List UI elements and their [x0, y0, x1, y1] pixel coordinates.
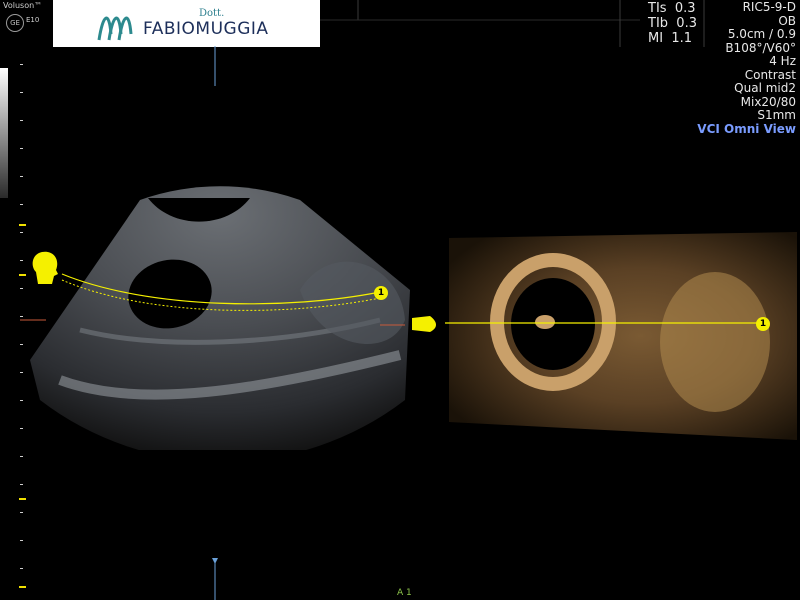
head-orientation-icon[interactable] [28, 250, 62, 286]
param-slice: S1mm [757, 108, 796, 122]
logo-title: Dott. [199, 8, 225, 19]
scan-parameters: RIC5-9-D OB 5.0cm / 0.9 B108°/V60° 4 Hz … [697, 0, 796, 136]
param-contrast: Contrast [744, 67, 796, 82]
brand-block: Voluson™ GE E10 [0, 0, 52, 46]
param-probe: RIC5-9-D [742, 0, 796, 14]
logo-first-name: FABIO [143, 19, 196, 39]
marker-left-label[interactable]: 1 [374, 286, 388, 300]
index-mi: MI 1.1 [648, 31, 693, 46]
logo-name: FABIOMUGGIA [143, 19, 269, 39]
param-mix: Mix20/80 [740, 94, 796, 109]
marker-right-label[interactable]: 1 [756, 317, 770, 331]
logo-last-name: MUGGIA [195, 19, 269, 39]
active-view-indicator[interactable]: A 1 [397, 588, 412, 598]
logo-swoosh-icon [97, 16, 133, 41]
index-tib: TIb 0.3 [648, 16, 697, 31]
param-angle: B108°/V60° [725, 40, 796, 55]
3d-render-image[interactable] [445, 232, 797, 448]
b-mode-image[interactable] [0, 140, 420, 450]
mode-label: VCI Omni View [697, 121, 796, 136]
doctor-logo: Dott. FABIOMUGGIA [53, 0, 320, 47]
param-quality: Qual mid2 [734, 81, 796, 95]
model-label: E10 [26, 16, 40, 24]
param-rate: 4 Hz [769, 54, 796, 68]
render-direction-icon[interactable] [408, 314, 438, 334]
brand-label: Voluson™ [3, 1, 43, 10]
ge-logo-icon: GE [6, 14, 24, 32]
param-depth: 5.0cm / 0.9 [727, 27, 796, 41]
param-preset: OB [778, 13, 796, 28]
safety-indices: TIs 0.3 TIb 0.3 MI 1.1 [648, 1, 697, 46]
index-tis: TIs 0.3 [648, 1, 696, 16]
